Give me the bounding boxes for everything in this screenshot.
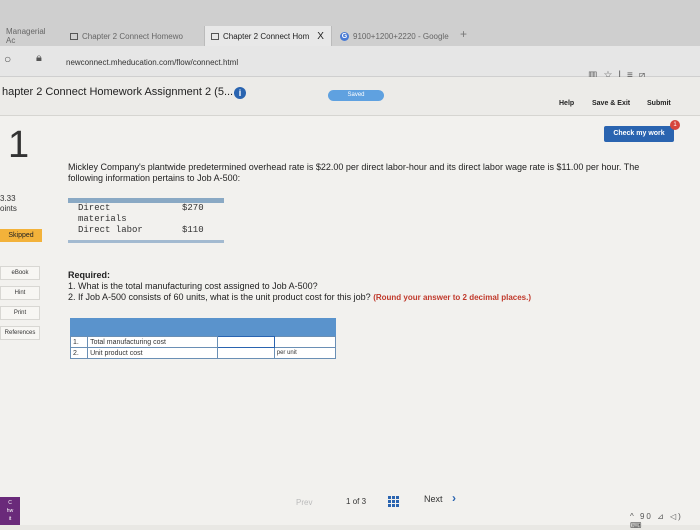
check-my-work-button[interactable]: Check my work <box>604 126 674 142</box>
row-label: Direct labor <box>78 225 143 235</box>
taskbar-app-icon[interactable]: C hw it <box>0 497 20 525</box>
points-info: 3.33 oints <box>0 194 17 214</box>
row-label: Direct materials <box>78 203 127 224</box>
total-cost-input[interactable] <box>216 336 275 348</box>
check-count-badge: 1 <box>670 120 680 130</box>
close-icon[interactable]: X <box>317 31 324 42</box>
google-icon: G <box>340 31 349 41</box>
unit-cost-input[interactable] <box>219 349 270 357</box>
points-value: 3.33 <box>0 194 16 203</box>
table-row: 1. Total manufacturing cost <box>69 336 337 348</box>
grid-icon[interactable] <box>388 496 399 507</box>
unit-cost-input-cell <box>216 347 275 359</box>
tab-label: 9100+1200+2220 - Google <box>353 31 449 41</box>
tab-google-search[interactable]: G 9100+1200+2220 - Google <box>334 26 458 46</box>
requirement-1: 1. What is the total manufacturing cost … <box>68 281 318 291</box>
tab-chapter2-homework[interactable]: Chapter 2 Connect Homewo <box>64 26 204 46</box>
ebook-button[interactable]: eBook <box>0 266 40 280</box>
pager-of: of <box>352 497 360 506</box>
required-section: Required: 1. What is the total manufactu… <box>68 270 668 303</box>
table-row: Direct materials $270 <box>68 203 204 225</box>
requirement-2: 2. If Job A-500 consists of 60 units, wh… <box>68 292 668 303</box>
lock-icon[interactable]: 🔒︎ <box>36 52 42 65</box>
system-tray[interactable]: ^ 90 ⊿ ◁) ⌨ <box>630 512 700 530</box>
reload-icon[interactable]: ○ <box>4 52 11 66</box>
tab-managerial[interactable]: Managerial Ac <box>0 26 62 46</box>
save-exit-button[interactable]: Save & Exit <box>592 100 630 107</box>
tab-label: Chapter 2 Connect Hom <box>223 31 310 41</box>
page-icon <box>70 32 78 40</box>
saved-badge: Saved <box>328 90 384 101</box>
new-tab-button[interactable]: + <box>460 27 467 41</box>
table-bottom-bar <box>68 240 224 243</box>
assignment-title: hapter 2 Connect Homework Assignment 2 (… <box>2 86 234 98</box>
row-number: 1. <box>69 336 89 348</box>
print-button[interactable]: Print <box>0 306 40 320</box>
question-number: 1 <box>8 124 30 166</box>
table-row: 2. Unit product cost per unit <box>69 347 337 359</box>
row-label: Total manufacturing cost <box>87 336 218 348</box>
rounding-note: (Round your answer to 2 decimal places.) <box>373 293 532 302</box>
pager: 1 of 3 <box>346 497 366 506</box>
job-data-table: Direct materials $270 Direct labor $110 <box>68 198 224 243</box>
submit-button[interactable]: Submit <box>647 100 671 107</box>
tab-label: Managerial Ac <box>6 27 46 45</box>
answer-table-header <box>70 318 336 336</box>
row-value: $270 <box>182 203 204 213</box>
table-row: Direct labor $110 <box>68 225 204 236</box>
page-icon <box>211 32 219 40</box>
next-button[interactable]: Next <box>424 494 443 504</box>
references-button[interactable]: References <box>0 326 40 340</box>
help-button[interactable]: Help <box>559 100 574 107</box>
chevron-right-icon[interactable]: › <box>452 491 456 505</box>
hint-button[interactable]: Hint <box>0 286 40 300</box>
url-field[interactable]: newconnect.mheducation.com/flow/connect.… <box>66 58 238 67</box>
row-unit: per unit <box>273 347 337 359</box>
row-value: $110 <box>182 225 204 235</box>
taskbar-app-label: C hw it <box>6 500 14 522</box>
info-icon[interactable]: i <box>234 87 246 99</box>
tab-label: Chapter 2 Connect Homewo <box>82 31 183 41</box>
answer-table: 1. Total manufacturing cost 2. Unit prod… <box>69 318 337 359</box>
row-label: Unit product cost <box>87 347 218 359</box>
status-badge: Skipped <box>0 229 42 242</box>
prev-button[interactable]: Prev <box>296 498 312 507</box>
points-label: oints <box>0 204 17 213</box>
browser-tab-bar: Managerial Ac Chapter 2 Connect Homewo C… <box>0 0 700 46</box>
total-pages: 3 <box>361 497 367 506</box>
question-text: Mickley Company's plantwide predetermine… <box>68 162 640 183</box>
current-page: 1 <box>346 497 351 506</box>
requirement-2-text: 2. If Job A-500 consists of 60 units, wh… <box>68 292 371 302</box>
required-heading: Required: <box>68 270 111 280</box>
tab-chapter2-active[interactable]: Chapter 2 Connect Hom X <box>204 26 332 46</box>
row-number: 2. <box>69 347 89 359</box>
row-unit <box>273 336 337 348</box>
